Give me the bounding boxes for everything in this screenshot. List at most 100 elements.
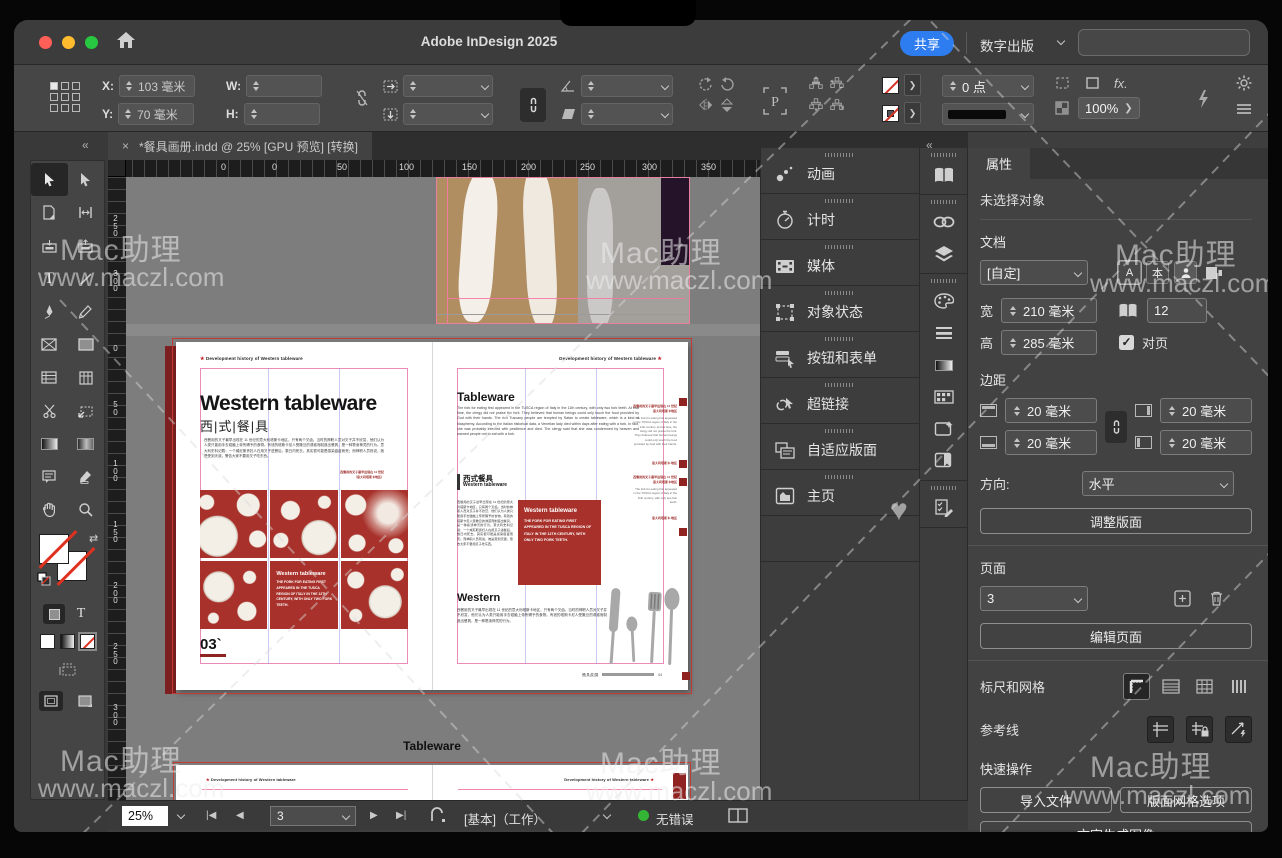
y-field[interactable]: 70 毫米 bbox=[118, 103, 194, 125]
quick-apply-icon[interactable] bbox=[1196, 89, 1210, 109]
link-margins-button[interactable] bbox=[1105, 411, 1127, 443]
stroke-weight-field[interactable]: 0 点 bbox=[942, 75, 1034, 97]
next-spread-partial[interactable]: ★ Development history of Western tablewa… bbox=[176, 765, 688, 800]
tool-zoom[interactable] bbox=[68, 493, 105, 526]
stroke-panel-icon[interactable] bbox=[920, 317, 967, 349]
stroke-color-swatch[interactable] bbox=[882, 105, 899, 122]
drag-grip[interactable] bbox=[825, 475, 855, 479]
width-field[interactable]: 210 毫米 bbox=[1001, 298, 1097, 323]
share-button[interactable]: 共享 bbox=[900, 31, 954, 56]
bookmarks-panel-icon[interactable] bbox=[920, 445, 967, 477]
add-page-icon[interactable] bbox=[1174, 590, 1191, 607]
apply-gradient-button[interactable] bbox=[60, 634, 75, 649]
preflight-menu-icon[interactable] bbox=[430, 807, 446, 823]
formatting-affects-text-button[interactable]: T bbox=[70, 604, 92, 624]
tool-frame[interactable] bbox=[31, 328, 68, 361]
apply-color-button[interactable] bbox=[40, 634, 55, 649]
layout-image-button[interactable] bbox=[1202, 261, 1225, 284]
pages-panel-icon[interactable] bbox=[920, 159, 967, 191]
layout-direction-cjk-button[interactable]: 本 bbox=[1146, 261, 1169, 284]
tool-eyedropper[interactable] bbox=[68, 460, 105, 493]
select-content-icon[interactable] bbox=[808, 97, 824, 113]
plate-tile-feathered[interactable] bbox=[341, 490, 408, 558]
drag-grip[interactable] bbox=[825, 199, 855, 203]
x-field[interactable]: 103 毫米 bbox=[119, 75, 195, 97]
w-field[interactable] bbox=[246, 75, 322, 97]
fill-color-swatch[interactable] bbox=[882, 77, 899, 94]
collapse-panels-icon[interactable]: « bbox=[926, 138, 933, 152]
lock-guides-button[interactable] bbox=[1186, 716, 1213, 743]
facing-pages-checkbox[interactable]: ✓ bbox=[1119, 335, 1134, 350]
page-count-field[interactable]: 12 bbox=[1147, 298, 1207, 323]
stroke-options-button[interactable]: ❯ bbox=[904, 102, 921, 124]
search-input[interactable] bbox=[1078, 29, 1250, 56]
flip-horizontal-icon[interactable] bbox=[698, 97, 714, 113]
effects-fx-label[interactable]: fx. bbox=[1114, 76, 1128, 91]
import-file-button[interactable]: 导入文件 bbox=[980, 787, 1112, 813]
panel-button-media[interactable]: 媒体 bbox=[761, 240, 919, 286]
drag-grip[interactable] bbox=[825, 383, 855, 387]
panel-button-object-states[interactable]: 对象状态 bbox=[761, 286, 919, 332]
tool-type[interactable]: T bbox=[31, 262, 68, 295]
select-parent-icon[interactable] bbox=[829, 97, 845, 113]
toolbar-fill-swatch[interactable] bbox=[39, 534, 69, 564]
reference-point-proxy[interactable] bbox=[50, 82, 80, 112]
close-window-button[interactable] bbox=[39, 36, 52, 49]
pull-quote-box[interactable]: Western tableware THE FORK FOR EATING FI… bbox=[518, 500, 601, 585]
plate-tile[interactable] bbox=[200, 561, 267, 629]
tool-free-transform[interactable] bbox=[68, 394, 105, 427]
drag-grip[interactable] bbox=[825, 291, 855, 295]
apply-none-button[interactable] bbox=[80, 634, 95, 649]
document-preset-dropdown[interactable]: [自定] bbox=[980, 260, 1088, 285]
zoom-level-field[interactable]: 25% bbox=[122, 806, 168, 826]
tool-rectangle[interactable] bbox=[68, 328, 105, 361]
cc-libraries-panel-icon[interactable] bbox=[920, 413, 967, 445]
panel-button-animation[interactable]: 动画 bbox=[761, 148, 919, 194]
scale-y-field[interactable] bbox=[403, 103, 493, 125]
height-field[interactable]: 285 毫米 bbox=[1001, 330, 1097, 355]
tool-hand[interactable] bbox=[31, 493, 68, 526]
layout-direction-a-button[interactable]: A bbox=[1118, 261, 1141, 284]
text-tile[interactable]: Western tableware THE FORK FOR EATING FI… bbox=[270, 561, 337, 629]
text-to-image-button[interactable]: 文字生成图像 bbox=[980, 821, 1252, 832]
drag-grip[interactable] bbox=[825, 429, 855, 433]
tool-selection[interactable] bbox=[31, 163, 68, 196]
home-icon[interactable] bbox=[116, 30, 136, 50]
tool-gradient-feather[interactable] bbox=[68, 427, 105, 460]
previous-page-button[interactable]: ◀ bbox=[236, 810, 244, 821]
drag-grip[interactable] bbox=[931, 153, 957, 157]
panel-button-buttons-forms[interactable]: 按钮和表单 bbox=[761, 332, 919, 378]
margin-inside-field[interactable]: 20 毫米 bbox=[1160, 430, 1252, 455]
next-page-button[interactable]: ▶ bbox=[370, 810, 378, 821]
document-grid-button[interactable] bbox=[1191, 673, 1218, 700]
adjust-layout-button[interactable]: 调整版面 bbox=[980, 508, 1252, 534]
page-number-dropdown[interactable]: 3 bbox=[270, 806, 356, 826]
corner-options-icon[interactable] bbox=[1054, 75, 1070, 91]
drag-grip[interactable] bbox=[825, 337, 855, 341]
last-page-button[interactable]: ▶| bbox=[396, 810, 406, 821]
minimize-window-button[interactable] bbox=[62, 36, 75, 49]
page-3[interactable]: ★ Development history of Western tablewa… bbox=[176, 342, 432, 690]
layers-panel-icon[interactable] bbox=[920, 238, 967, 270]
tool-pen[interactable] bbox=[31, 295, 68, 328]
fill-options-button[interactable]: ❯ bbox=[904, 74, 921, 96]
swatches-panel-icon[interactable] bbox=[920, 285, 967, 317]
drag-grip[interactable] bbox=[931, 279, 957, 283]
zoom-dropdown-icon[interactable] bbox=[177, 811, 185, 819]
select-next-object-icon[interactable] bbox=[829, 75, 845, 91]
constrain-proportions-icon[interactable] bbox=[354, 89, 370, 107]
tool-gap[interactable] bbox=[68, 196, 105, 229]
image-tile-grid[interactable]: Western tableware THE FORK FOR EATING FI… bbox=[200, 490, 408, 629]
smart-guides-button[interactable] bbox=[1225, 716, 1252, 743]
drag-grip[interactable] bbox=[825, 153, 855, 157]
plate-tile[interactable] bbox=[341, 561, 408, 629]
margin-bottom-field[interactable]: 20 毫米 bbox=[1005, 430, 1097, 455]
previous-spread-image[interactable] bbox=[436, 177, 690, 324]
tool-gradient[interactable] bbox=[31, 427, 68, 460]
select-previous-object-icon[interactable] bbox=[808, 75, 824, 91]
close-tab-icon[interactable]: × bbox=[122, 139, 129, 153]
gear-icon[interactable] bbox=[1236, 75, 1252, 91]
tool-scissors[interactable] bbox=[31, 394, 68, 427]
flip-vertical-icon[interactable] bbox=[719, 97, 735, 113]
layout-grid-button[interactable] bbox=[1225, 673, 1252, 700]
